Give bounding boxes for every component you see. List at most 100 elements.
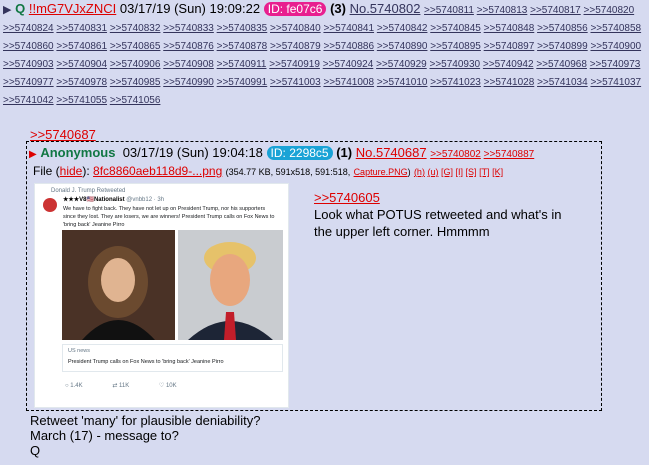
backlink[interactable]: >>5740876 [163, 41, 214, 52]
backlink[interactable]: >>5740924 [323, 59, 374, 70]
backlink[interactable]: >>5740911 [217, 59, 267, 70]
backlink[interactable]: >>5740817 [530, 5, 581, 16]
backlink[interactable]: >>5741037 [590, 77, 641, 88]
image-tool-link[interactable]: [S] [466, 167, 477, 177]
backlink[interactable]: >>5740824 [3, 23, 54, 34]
backlink[interactable]: >>5741003 [270, 77, 321, 88]
quote-link[interactable]: >>5740605 [314, 189, 561, 206]
backlink[interactable]: >>5740942 [483, 59, 534, 70]
backlink[interactable]: >>5740904 [56, 59, 107, 70]
original-filename-link[interactable]: Capture.PNG [354, 167, 408, 177]
tweet-link-card: US news President Trump calls on Fox New… [62, 344, 283, 372]
backlink[interactable]: >>5740929 [376, 59, 427, 70]
image-tool-link[interactable]: [T] [479, 167, 490, 177]
backlink[interactable]: >>5741023 [430, 77, 481, 88]
backlink[interactable]: >>5740968 [536, 59, 587, 70]
image-tool-link[interactable]: (u) [427, 167, 438, 177]
card-title: President Trump calls on Fox News to 'br… [68, 359, 224, 365]
hide-file-link[interactable]: hide [60, 164, 83, 178]
backlink[interactable]: >>5740908 [163, 59, 214, 70]
backlink[interactable]: >>5740835 [217, 23, 268, 34]
quote-link[interactable]: >>5740687 [30, 127, 96, 142]
image-search-tools: (h) (u) [G] [I] [S] [T] [K] [414, 167, 503, 177]
backlink[interactable]: >>5740845 [430, 23, 481, 34]
backlink[interactable]: >>5741042 [3, 95, 54, 106]
backlink[interactable]: >>5740991 [217, 77, 268, 88]
backlink[interactable]: >>5740919 [269, 59, 320, 70]
card-source: US news [68, 348, 91, 354]
tweet-photo-pirro [62, 230, 175, 340]
quoted-reply-post: ▶ Anonymous 03/17/19 (Sun) 19:04:18 ID: … [26, 141, 602, 411]
backlink[interactable]: >>5740856 [537, 23, 588, 34]
backlink[interactable]: >>5740906 [110, 59, 161, 70]
reply-body: >>5740605 Look what POTUS retweeted and … [314, 189, 561, 240]
tweet-actions: ○ 1.4K ⇄ 11K ♡ 10K [65, 382, 205, 389]
like-icon: ♡ 10K [158, 383, 177, 389]
backlink[interactable]: >>5741034 [537, 77, 588, 88]
backlink[interactable]: >>5740985 [110, 77, 161, 88]
image-thumbnail[interactable]: Donald J. Trump Retweeted ★★★V8🇺🇸Nationa… [34, 183, 289, 408]
backlink[interactable]: >>5740990 [163, 77, 214, 88]
tweet-text: We have to fight back. They have not let… [63, 206, 275, 228]
post-text-line: March (17) - message to? [30, 428, 179, 443]
backlink[interactable]: >>5740848 [484, 23, 535, 34]
backlink[interactable]: >>5741028 [484, 77, 535, 88]
filename-link[interactable]: 8fc8860aeb118d9-...png [93, 164, 222, 178]
backlink[interactable]: >>5740878 [217, 41, 268, 52]
backlink[interactable]: >>5740977 [3, 77, 54, 88]
post-count: (1) [336, 145, 353, 160]
backlink[interactable]: >>5740978 [56, 77, 107, 88]
backlink[interactable]: >>5740811 [424, 5, 474, 16]
post-body: Retweet 'many' for plausible deniability… [30, 413, 260, 458]
backlink[interactable]: >>5740930 [430, 59, 481, 70]
backlink[interactable]: >>5740832 [110, 23, 161, 34]
backlink[interactable]: >>5740865 [110, 41, 161, 52]
file-meta: (354.77 KB, 591x518, 591:518, [225, 167, 351, 177]
backlink[interactable]: >>5741008 [323, 77, 374, 88]
backlink[interactable]: >>5740887 [484, 149, 535, 160]
backlink[interactable]: >>5740861 [56, 41, 107, 52]
backlink[interactable]: >>5740879 [270, 41, 321, 52]
poster-id-badge[interactable]: ID: fe07c6 [263, 2, 327, 16]
backlink[interactable]: >>5740831 [56, 23, 107, 34]
poster-id-badge[interactable]: ID: 2298c5 [266, 146, 333, 160]
image-tool-link[interactable]: [K] [492, 167, 503, 177]
image-tool-link[interactable]: (h) [414, 167, 425, 177]
backlink[interactable]: >>5740973 [590, 59, 641, 70]
backlink[interactable]: >>5740858 [590, 23, 641, 34]
post-number-link[interactable]: No.5740687 [356, 145, 427, 160]
post-number-link[interactable]: No.5740802 [350, 1, 421, 16]
post-count: (3) [330, 1, 346, 16]
backlink[interactable]: >>5740886 [323, 41, 374, 52]
backlink[interactable]: >>5740842 [377, 23, 428, 34]
backlink[interactable]: >>5740802 [430, 149, 481, 160]
backlink[interactable]: >>5740897 [484, 41, 535, 52]
backlink[interactable]: >>5740860 [3, 41, 54, 52]
image-tool-link[interactable]: [G] [441, 167, 453, 177]
reply-icon: ○ 1.4K [65, 383, 83, 389]
file-label-mid: ): [82, 164, 94, 178]
backlink[interactable]: >>5740900 [590, 41, 641, 52]
tweet-photo-trump [178, 230, 283, 340]
post-menu-arrow-icon[interactable]: ▶ [29, 149, 37, 160]
backlink[interactable]: >>5740813 [477, 5, 528, 16]
backlink[interactable]: >>5740903 [3, 59, 54, 70]
backlinks: >>5740811 >>5740813 >>5740817 >>5740820 … [3, 5, 641, 106]
post-signature: Q [30, 443, 41, 458]
image-tool-link[interactable]: [I] [456, 167, 464, 177]
backlink[interactable]: >>5740833 [163, 23, 214, 34]
backlink[interactable]: >>5740820 [584, 5, 635, 16]
backlink[interactable]: >>5740840 [270, 23, 321, 34]
reply-text-line: the upper left corner. Hmmmm [314, 224, 490, 239]
backlink[interactable]: >>5741010 [377, 77, 428, 88]
backlink[interactable]: >>5740841 [323, 23, 374, 34]
q-post-header: ▶ Q !!mG7VJxZNCI 03/17/19 (Sun) 19:09:22… [3, 1, 647, 109]
backlink[interactable]: >>5740890 [377, 41, 428, 52]
tripcode: !!mG7VJxZNCI [28, 1, 117, 16]
backlink[interactable]: >>5740895 [430, 41, 481, 52]
backlink[interactable]: >>5740899 [537, 41, 588, 52]
tweet-user-name: ★★★V8🇺🇸Nationalist [63, 197, 125, 203]
backlink[interactable]: >>5741055 [56, 95, 107, 106]
post-menu-arrow-icon[interactable]: ▶ [3, 4, 11, 16]
backlink[interactable]: >>5741056 [110, 95, 161, 106]
